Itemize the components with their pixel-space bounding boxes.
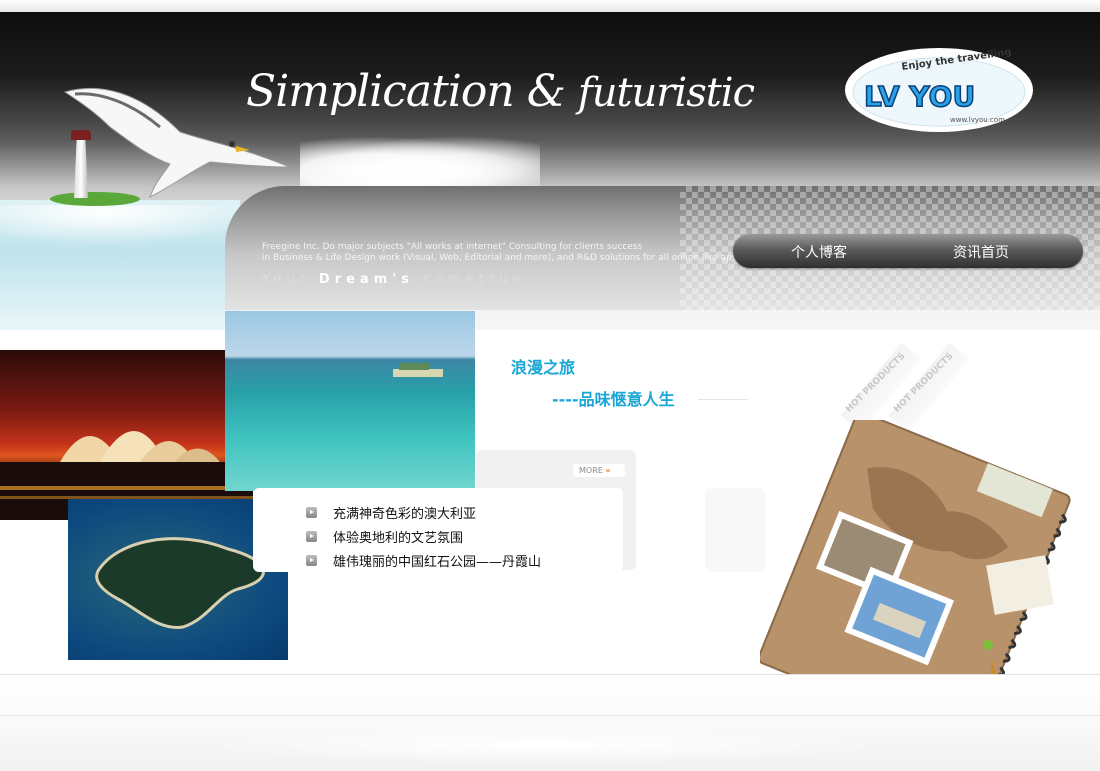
top-strip bbox=[0, 0, 1100, 12]
dream-word: Dream's bbox=[318, 272, 414, 287]
news-title: 充满神奇色彩的澳大利亚 bbox=[333, 506, 477, 522]
nav-news-home[interactable]: 资讯首页 bbox=[953, 242, 1009, 262]
footer-glow bbox=[200, 725, 890, 765]
logo-url: www.lvyou.com bbox=[950, 116, 1005, 124]
secondary-box bbox=[705, 488, 765, 572]
nav-personal-blog[interactable]: 个人博客 bbox=[791, 242, 847, 262]
more-link[interactable]: MORE » bbox=[573, 464, 625, 477]
title-ampersand: & bbox=[526, 66, 566, 117]
ocean-photo bbox=[225, 311, 475, 491]
bullet-arrow-icon bbox=[306, 530, 317, 542]
dream-prefix: Your bbox=[262, 272, 310, 287]
tagline: Freegine Inc. Do major subjects "All wor… bbox=[262, 242, 775, 264]
more-label: MORE bbox=[579, 466, 603, 475]
footer bbox=[0, 674, 1100, 771]
opera-house-illustration bbox=[0, 431, 253, 520]
more-arrow-icon: » bbox=[605, 466, 611, 475]
bullet-arrow-icon bbox=[306, 506, 317, 518]
boat-illustration bbox=[393, 363, 443, 377]
section-heading: 浪漫之旅 bbox=[511, 358, 576, 377]
footer-divider bbox=[0, 715, 1100, 716]
opera-house-photo bbox=[0, 350, 253, 520]
title-main: Simplication bbox=[246, 66, 515, 117]
bullet-arrow-icon bbox=[306, 554, 317, 566]
list-item[interactable]: 体验奥地利的文艺氛围 bbox=[306, 524, 541, 548]
news-title: 雄伟瑰丽的中国红石公园——丹霞山 bbox=[333, 554, 542, 570]
wave-decoration bbox=[0, 205, 260, 245]
tagline-line1: Freegine Inc. Do major subjects "All wor… bbox=[262, 242, 643, 252]
dream-suffix: cometrue bbox=[423, 272, 526, 287]
heading-underline bbox=[698, 399, 748, 400]
section-subheading: ----品味惬意人生 bbox=[552, 390, 675, 409]
news-list: 充满神奇色彩的澳大利亚 体验奥地利的文艺氛围 雄伟瑰丽的中国红石公园——丹霞山 bbox=[306, 500, 541, 572]
list-item[interactable]: 雄伟瑰丽的中国红石公园——丹霞山 bbox=[306, 548, 541, 572]
dream-slogan: Your Dream's cometrue bbox=[262, 272, 526, 287]
tagline-line2: in Business & Life Design work (Visual, … bbox=[262, 253, 775, 263]
banner-title: Simplication & futuristic bbox=[246, 66, 755, 117]
list-item[interactable]: 充满神奇色彩的澳大利亚 bbox=[306, 500, 541, 524]
lvyou-logo[interactable]: Enjoy the travelling LV YOU www.lvyou.co… bbox=[842, 42, 1036, 134]
news-title: 体验奥地利的文艺氛围 bbox=[333, 530, 464, 546]
title-second: futuristic bbox=[577, 70, 755, 116]
main-nav: 个人博客 资讯首页 bbox=[733, 234, 1083, 268]
logo-brand: LV YOU bbox=[864, 80, 975, 113]
